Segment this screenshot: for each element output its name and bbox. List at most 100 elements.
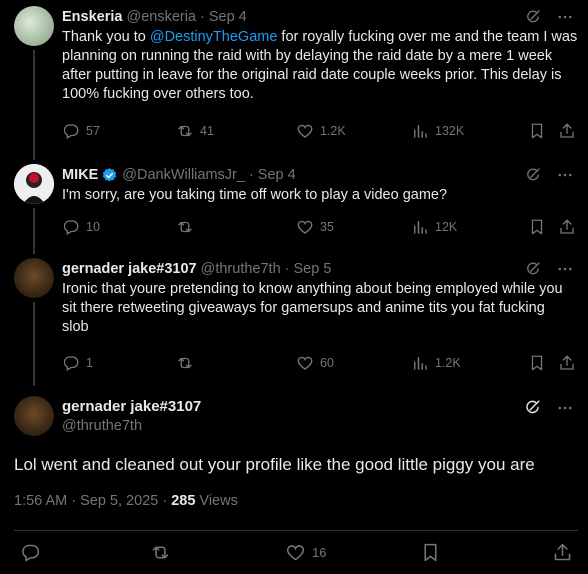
grok-icon[interactable] <box>524 8 542 26</box>
reply-count: 57 <box>86 124 100 138</box>
author-name[interactable]: gernader jake#3107 <box>62 260 197 278</box>
bookmark-icon <box>528 354 546 372</box>
like-button[interactable]: 35 <box>296 218 334 236</box>
thread-line <box>33 208 35 254</box>
repost-icon <box>176 218 194 236</box>
views-count: 12K <box>435 220 458 234</box>
post-text: I'm sorry, are you taking time off work … <box>62 187 448 203</box>
bookmark-icon <box>528 218 546 236</box>
post-text: Thank you to @DestinyTheGame for royally… <box>62 29 578 102</box>
author-name[interactable]: MIKE <box>62 166 98 184</box>
avatar[interactable] <box>14 164 54 204</box>
views-icon <box>411 354 429 372</box>
bookmark-icon <box>420 542 441 563</box>
thread-line <box>33 50 35 160</box>
reply-button[interactable]: 10 <box>62 218 100 236</box>
share-icon <box>558 218 576 236</box>
author-handle[interactable]: @DankWilliamsJr_ <box>122 166 245 184</box>
post-timestamp[interactable]: 1:56 AM · Sep 5, 2025 · <box>14 493 171 509</box>
like-icon <box>296 218 314 236</box>
author-name[interactable]: Enskeria <box>62 8 122 26</box>
reply-button[interactable]: 57 <box>62 122 100 140</box>
grok-icon[interactable] <box>524 260 542 278</box>
like-count: 1.2K <box>320 124 346 138</box>
like-button[interactable]: 16 <box>285 542 326 563</box>
views-count: 1.2K <box>435 356 461 370</box>
bookmark-button[interactable] <box>528 218 546 236</box>
repost-button[interactable]: 41 <box>176 122 214 140</box>
repost-button[interactable] <box>176 354 200 372</box>
mention-link[interactable]: @DestinyTheGame <box>150 29 278 45</box>
share-icon <box>552 542 573 563</box>
post-meta: 1:56 AM · Sep 5, 2025 · 285 Views <box>14 493 238 509</box>
views-button[interactable]: 1.2K <box>411 354 461 372</box>
grok-icon[interactable] <box>524 166 542 184</box>
like-icon <box>285 542 306 563</box>
share-button[interactable] <box>558 122 576 140</box>
reply-button[interactable] <box>20 542 41 563</box>
avatar[interactable] <box>14 396 54 436</box>
reply-button[interactable]: 1 <box>62 354 93 372</box>
bookmark-button[interactable] <box>528 122 546 140</box>
bookmark-button[interactable] <box>528 354 546 372</box>
like-count: 60 <box>320 356 334 370</box>
reply-icon <box>62 218 80 236</box>
avatar-image <box>14 164 54 204</box>
views-button[interactable]: 132K <box>411 122 464 140</box>
like-icon <box>296 122 314 140</box>
post-date[interactable]: Sep 5 <box>294 260 332 278</box>
divider <box>14 530 578 531</box>
share-button[interactable] <box>558 354 576 372</box>
tweet-3[interactable]: gernader jake#3107 @thruthe7th · Sep 5 I… <box>0 252 588 386</box>
share-button[interactable] <box>558 218 576 236</box>
avatar[interactable] <box>14 6 54 46</box>
author-handle[interactable]: @thruthe7th <box>62 418 201 434</box>
like-count: 35 <box>320 220 334 234</box>
author-name[interactable]: gernader jake#3107 <box>62 398 201 415</box>
more-icon[interactable] <box>556 166 574 184</box>
repost-icon <box>150 542 171 563</box>
reply-icon <box>62 122 80 140</box>
repost-icon <box>176 354 194 372</box>
share-icon <box>558 354 576 372</box>
like-count: 16 <box>312 545 327 560</box>
views-button[interactable]: 12K <box>411 218 457 236</box>
views-icon <box>411 218 429 236</box>
views-icon <box>411 122 429 140</box>
author-handle[interactable]: @enskeria <box>126 8 196 26</box>
repost-button[interactable] <box>150 542 171 563</box>
reply-icon <box>20 542 41 563</box>
like-icon <box>296 354 314 372</box>
separator-dot: · <box>284 261 290 277</box>
tweet-2[interactable]: MIKE @DankWilliamsJr_ · Sep 4 I'm sorry,… <box>0 158 588 254</box>
bookmark-button[interactable] <box>420 542 441 563</box>
repost-button[interactable] <box>176 218 200 236</box>
grok-icon[interactable] <box>523 398 542 417</box>
post-date[interactable]: Sep 4 <box>258 166 296 184</box>
more-icon[interactable] <box>556 260 574 278</box>
reply-icon <box>62 354 80 372</box>
reply-count: 1 <box>86 356 93 370</box>
repost-icon <box>176 122 194 140</box>
reply-count: 10 <box>86 220 100 234</box>
separator-dot: · <box>200 9 205 25</box>
thread-line <box>33 302 35 386</box>
views-label: Views <box>195 493 238 509</box>
avatar[interactable] <box>14 258 54 298</box>
post-date[interactable]: Sep 4 <box>209 8 247 26</box>
like-button[interactable]: 1.2K <box>296 122 346 140</box>
repost-count: 41 <box>200 124 214 138</box>
separator-dot: · <box>248 167 254 183</box>
share-button[interactable] <box>552 542 573 563</box>
tweet-1[interactable]: Enskeria @enskeria · Sep 4 Thank you to … <box>0 0 588 160</box>
more-icon[interactable] <box>556 8 574 26</box>
views-count: 132K <box>435 124 465 138</box>
bookmark-icon <box>528 122 546 140</box>
like-button[interactable]: 60 <box>296 354 334 372</box>
more-icon[interactable] <box>556 399 574 417</box>
views-count: 285 <box>171 493 196 509</box>
post-text: Lol went and cleaned out your profile li… <box>14 455 535 474</box>
verified-badge-icon[interactable] <box>101 167 118 184</box>
share-icon <box>558 122 576 140</box>
author-handle[interactable]: @thruthe7th <box>201 260 281 278</box>
